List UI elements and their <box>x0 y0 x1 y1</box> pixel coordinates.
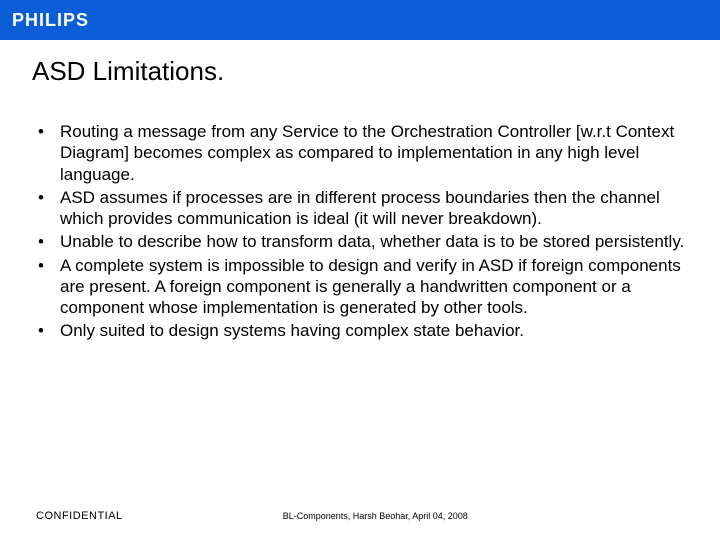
bullet-item: Only suited to design systems having com… <box>56 320 688 341</box>
slide-title: ASD Limitations. <box>32 56 688 87</box>
header-bar: PHILIPS <box>0 0 720 40</box>
bullet-list: Routing a message from any Service to th… <box>32 121 688 342</box>
footer-attribution: BL-Components, Harsh Beohar, April 04, 2… <box>283 511 468 521</box>
footer-confidential: CONFIDENTIAL <box>36 510 123 522</box>
bullet-item: Unable to describe how to transform data… <box>56 231 688 252</box>
footer: CONFIDENTIAL BL-Components, Harsh Beohar… <box>0 510 720 522</box>
slide-content: ASD Limitations. Routing a message from … <box>0 40 720 342</box>
bullet-item: A complete system is impossible to desig… <box>56 255 688 319</box>
bullet-item: ASD assumes if processes are in differen… <box>56 187 688 230</box>
brand-logo: PHILIPS <box>12 10 89 31</box>
bullet-item: Routing a message from any Service to th… <box>56 121 688 185</box>
